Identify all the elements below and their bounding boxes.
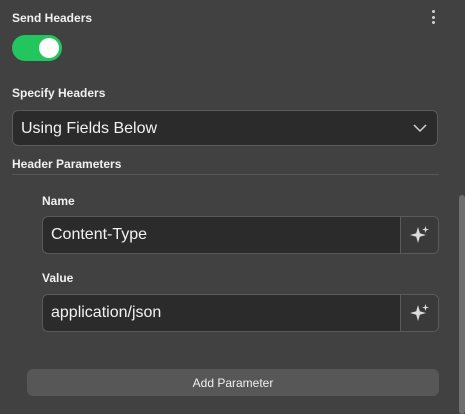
toggle-knob <box>39 38 59 58</box>
name-label: Name <box>42 194 75 208</box>
sparkle-icon <box>409 304 429 321</box>
scrollbar[interactable] <box>459 195 465 414</box>
name-field <box>42 216 439 254</box>
name-input[interactable] <box>43 217 401 253</box>
send-headers-toggle[interactable] <box>12 35 62 61</box>
specify-headers-select[interactable]: Using Fields Below <box>12 110 438 146</box>
add-parameter-button[interactable]: Add Parameter <box>27 369 439 396</box>
chevron-down-icon <box>413 124 427 133</box>
value-expression-button[interactable] <box>400 295 438 331</box>
specify-headers-value: Using Fields Below <box>21 120 158 137</box>
send-headers-label: Send Headers <box>12 11 93 25</box>
name-expression-button[interactable] <box>400 217 438 253</box>
header-parameters-label: Header Parameters <box>12 157 122 171</box>
sparkle-icon <box>409 226 429 243</box>
more-vertical-icon[interactable] <box>428 10 438 24</box>
value-field <box>42 294 439 332</box>
section-divider <box>12 174 439 175</box>
specify-headers-label: Specify Headers <box>12 86 106 100</box>
value-label: Value <box>42 271 74 285</box>
value-input[interactable] <box>43 295 401 331</box>
